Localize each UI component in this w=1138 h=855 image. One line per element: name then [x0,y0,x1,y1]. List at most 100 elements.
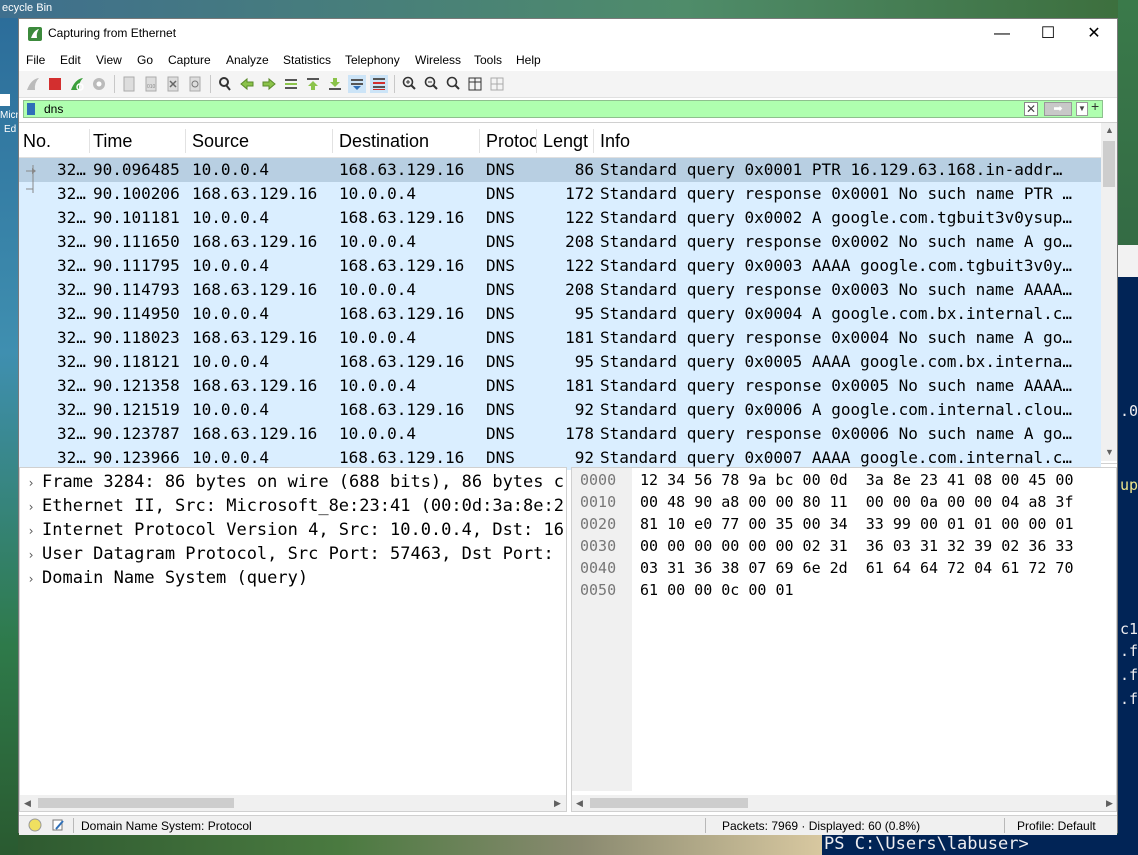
packet-row[interactable]: 32… 90.096485 10.0.0.4 168.63.129.16 DNS 86 St… [19,158,1101,182]
start-capture-icon[interactable] [24,75,42,93]
menu-telephony[interactable]: Telephony [345,53,400,67]
detail-tree-item[interactable]: › Frame 3284: 86 bytes on wire (688 bits)… [20,470,564,494]
powershell-prompt[interactable]: PS C:\Users\labuser> [822,834,1120,855]
byte-hex-row[interactable]: 00 00 00 00 00 00 02 31 36 03 31 32 39 0… [640,535,1073,557]
menu-capture[interactable]: Capture [168,53,211,67]
edit-comment-icon[interactable] [51,818,65,832]
packet-row[interactable]: 32… 90.118121 10.0.0.4 168.63.129.16 DNS 95 St… [19,350,1101,374]
filter-history-chevron-icon[interactable]: ▼ [1076,102,1088,116]
go-first-packet-icon[interactable] [304,75,322,93]
colorize-icon[interactable] [370,75,388,93]
go-back-icon[interactable] [238,75,256,93]
byte-hex-row[interactable]: 00 48 90 a8 00 00 80 11 00 00 0a 00 00 0… [640,491,1073,513]
details-hscroll-thumb[interactable] [38,798,234,808]
byte-hex-row[interactable]: 61 00 00 0c 00 01 [640,579,794,601]
menu-go[interactable]: Go [137,53,153,67]
byte-hex-row[interactable]: 12 34 56 78 9a bc 00 0d 3a 8e 23 41 08 0… [640,469,1073,491]
scroll-right-icon[interactable]: ▶ [554,798,561,809]
main-toolbar: 010 [19,71,1117,98]
detail-tree-item[interactable]: › Ethernet II, Src: Microsoft_8e:23:41 (0… [20,494,564,518]
find-packet-icon[interactable] [216,75,234,93]
packet-row[interactable]: 32… 90.111650 168.63.129.16 10.0.0.4 DNS 208 S… [19,230,1101,254]
byte-hex-row[interactable]: 03 31 36 38 07 69 6e 2d 61 64 64 72 04 6… [640,557,1073,579]
col-header-length[interactable]: Lengt [543,129,594,153]
scroll-right-icon[interactable]: ▶ [1106,798,1113,809]
go-forward-icon[interactable] [260,75,278,93]
apply-filter-icon[interactable]: ➡ [1044,102,1072,116]
status-profile[interactable]: Profile: Default [1017,819,1096,833]
expand-chevron-icon[interactable]: › [20,495,42,518]
go-last-packet-icon[interactable] [326,75,344,93]
detail-tree-item[interactable]: › User Datagram Protocol, Src Port: 57463… [20,542,564,566]
close-file-icon[interactable] [164,75,182,93]
packet-row[interactable]: 32… 90.100206 168.63.129.16 10.0.0.4 DNS 172 S… [19,182,1101,206]
details-hscrollbar[interactable]: ◀ ▶ [20,795,566,811]
packet-row[interactable]: 32… 90.121358 168.63.129.16 10.0.0.4 DNS 181 S… [19,374,1101,398]
expand-chevron-icon[interactable]: › [20,471,42,494]
menu-statistics[interactable]: Statistics [283,53,331,67]
packet-row[interactable]: 32… 90.121519 10.0.0.4 168.63.129.16 DNS 92 St… [19,398,1101,422]
scroll-down-icon[interactable]: ▼ [1105,447,1114,457]
col-header-info[interactable]: Info [600,129,1095,153]
col-header-no[interactable]: No. [23,129,90,153]
go-to-packet-icon[interactable] [282,75,300,93]
packet-row[interactable]: 32… 90.114793 168.63.129.16 10.0.0.4 DNS 208 S… [19,278,1101,302]
detail-tree-item[interactable]: › Domain Name System (query) [20,566,564,590]
powershell-window[interactable] [1118,245,1138,855]
bookmark-icon[interactable] [27,103,35,115]
menu-help[interactable]: Help [516,53,541,67]
menu-file[interactable]: File [26,53,45,67]
scroll-left-icon[interactable]: ◀ [24,798,31,809]
expand-chevron-icon[interactable]: › [20,543,42,566]
column-layout-icon[interactable] [488,75,506,93]
desktop-app-icon[interactable] [0,94,10,106]
capture-options-icon[interactable] [90,75,108,93]
packet-row[interactable]: 32… 90.123787 168.63.129.16 10.0.0.4 DNS 178 S… [19,422,1101,446]
expert-info-icon[interactable] [28,818,42,832]
resize-columns-icon[interactable] [466,75,484,93]
maximize-button[interactable]: ☐ [1025,19,1071,49]
cell-proto: DNS [486,160,515,179]
bytes-hscrollbar[interactable]: ◀ ▶ [572,795,1116,811]
packet-row[interactable]: 32… 90.101181 10.0.0.4 168.63.129.16 DNS 122 S… [19,206,1101,230]
col-header-protocol[interactable]: Protoc [486,129,537,153]
expand-chevron-icon[interactable]: › [20,519,42,542]
byte-offset: 0020 [580,515,617,533]
packet-row[interactable]: 32… 90.118023 168.63.129.16 10.0.0.4 DNS 181 S… [19,326,1101,350]
restart-capture-icon[interactable] [68,75,86,93]
clear-filter-icon[interactable]: ✕ [1024,102,1038,116]
close-button[interactable]: ✕ [1071,19,1117,49]
save-file-icon[interactable]: 010 [142,75,160,93]
add-filter-button[interactable]: + [1091,98,1099,114]
autoscroll-icon[interactable] [348,75,366,93]
minimize-button[interactable]: — [979,19,1025,49]
title-bar[interactable]: Capturing from Ethernet — ☐ ✕ [19,19,1117,49]
scroll-up-icon[interactable]: ▲ [1105,125,1114,135]
cell-info: Standard query response 0x0003 No such n… [600,280,1073,299]
scroll-left-icon[interactable]: ◀ [576,798,583,809]
stop-capture-icon[interactable] [46,75,64,93]
packet-row[interactable]: 32… 90.111795 10.0.0.4 168.63.129.16 DNS 122 S… [19,254,1101,278]
open-file-icon[interactable] [120,75,138,93]
menu-analyze[interactable]: Analyze [226,53,269,67]
display-filter-input[interactable]: dns ✕ ➡ ▼ [23,100,1103,118]
expand-chevron-icon[interactable]: › [20,567,42,590]
zoom-out-icon[interactable] [422,75,440,93]
ps-text-5: .f: [1120,666,1138,684]
col-header-source[interactable]: Source [192,129,333,153]
scrollbar-thumb[interactable] [1103,141,1115,187]
col-header-destination[interactable]: Destination [339,129,480,153]
col-header-time[interactable]: Time [93,129,186,153]
menu-wireless[interactable]: Wireless [415,53,461,67]
detail-tree-item[interactable]: › Internet Protocol Version 4, Src: 10.0.… [20,518,564,542]
menu-view[interactable]: View [96,53,122,67]
zoom-normal-icon[interactable] [444,75,462,93]
packet-row[interactable]: 32… 90.114950 10.0.0.4 168.63.129.16 DNS 95 St… [19,302,1101,326]
bytes-hscroll-thumb[interactable] [590,798,748,808]
byte-hex-row[interactable]: 81 10 e0 77 00 35 00 34 33 99 00 01 01 0… [640,513,1073,535]
packet-list-scrollbar[interactable]: ▲ ▼ [1101,123,1117,461]
menu-edit[interactable]: Edit [60,53,81,67]
menu-tools[interactable]: Tools [474,53,502,67]
zoom-in-icon[interactable] [400,75,418,93]
reload-file-icon[interactable] [186,75,204,93]
